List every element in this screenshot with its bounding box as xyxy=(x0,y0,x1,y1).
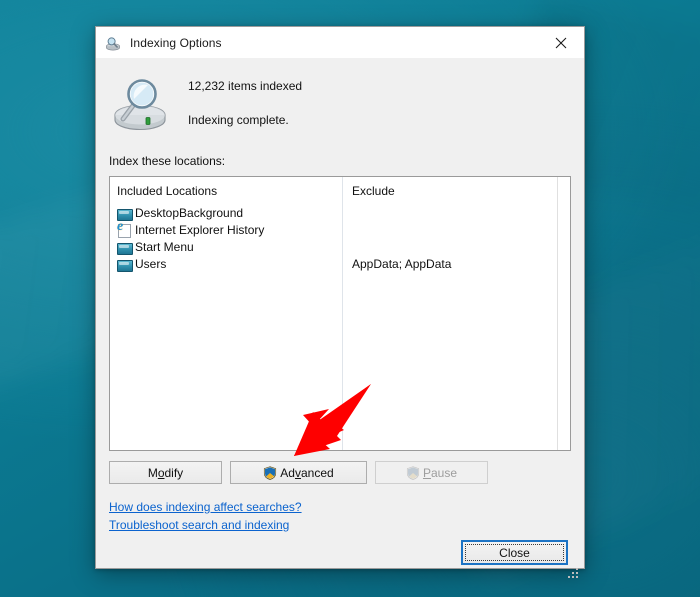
folder-icon xyxy=(117,240,133,255)
status-texts: 12,232 items indexed Indexing complete. xyxy=(179,72,302,134)
dialog-content: 12,232 items indexed Indexing complete. … xyxy=(96,58,584,534)
advanced-button-label: Advanced xyxy=(280,465,334,480)
table-row[interactable]: Start Menu xyxy=(110,238,570,255)
folder-icon xyxy=(117,257,133,272)
table-row[interactable]: Users AppData; AppData xyxy=(110,255,570,272)
modify-button[interactable]: Modify xyxy=(109,461,222,484)
folder-icon xyxy=(117,206,133,221)
listbox-scrollbar[interactable] xyxy=(557,177,570,450)
table-row[interactable]: Internet Explorer History xyxy=(110,220,570,238)
advanced-button[interactable]: Advanced xyxy=(230,461,367,484)
column-header-included-locations: Included Locations xyxy=(117,184,218,198)
help-links: How does indexing affect searches? Troub… xyxy=(109,498,571,534)
dialog-footer: Close xyxy=(96,534,584,584)
column-divider xyxy=(342,177,343,450)
status-section: 12,232 items indexed Indexing complete. xyxy=(109,58,571,134)
magnifier-over-drive-icon xyxy=(109,72,179,134)
pause-button-label: Pause xyxy=(422,465,458,480)
included-locations-listbox[interactable]: Included Locations Exclude DesktopBackgr… xyxy=(109,176,571,451)
window-title: Indexing Options xyxy=(130,35,222,50)
listbox-header: Included Locations Exclude xyxy=(110,177,570,198)
location-name: Users xyxy=(135,256,167,271)
close-button[interactable]: Close xyxy=(461,540,568,565)
close-button-label: Close xyxy=(465,544,564,561)
indexing-state: Indexing complete. xyxy=(188,113,289,127)
table-row[interactable]: DesktopBackground xyxy=(110,204,570,221)
pause-button: Pause xyxy=(375,461,488,484)
indexing-options-dialog: Indexing Options 12,232 items indexed In… xyxy=(95,26,585,578)
column-header-exclude: Exclude xyxy=(352,184,395,198)
close-icon[interactable] xyxy=(538,27,584,58)
location-name: Start Menu xyxy=(135,239,194,254)
exclude-value: AppData; AppData xyxy=(352,256,452,271)
resize-grip[interactable] xyxy=(568,568,580,580)
title-bar: Indexing Options xyxy=(96,27,584,58)
uac-shield-icon xyxy=(406,465,420,480)
indexing-options-icon xyxy=(105,35,121,51)
index-locations-label: Index these locations: xyxy=(109,154,226,168)
items-indexed-count: 12,232 items indexed xyxy=(188,79,303,93)
uac-shield-icon xyxy=(263,465,277,480)
internet-explorer-icon xyxy=(117,220,131,238)
link-troubleshoot-search-and-indexing[interactable]: Troubleshoot search and indexing xyxy=(109,518,289,532)
action-buttons: Modify Advanced Pause xyxy=(109,461,571,484)
link-how-does-indexing-affect-searches[interactable]: How does indexing affect searches? xyxy=(109,500,302,514)
location-name: Internet Explorer History xyxy=(135,222,265,237)
location-name: DesktopBackground xyxy=(135,205,244,220)
modify-button-label: Modify xyxy=(147,465,184,480)
listbox-rows: DesktopBackground Internet Explorer Hist… xyxy=(110,204,570,272)
